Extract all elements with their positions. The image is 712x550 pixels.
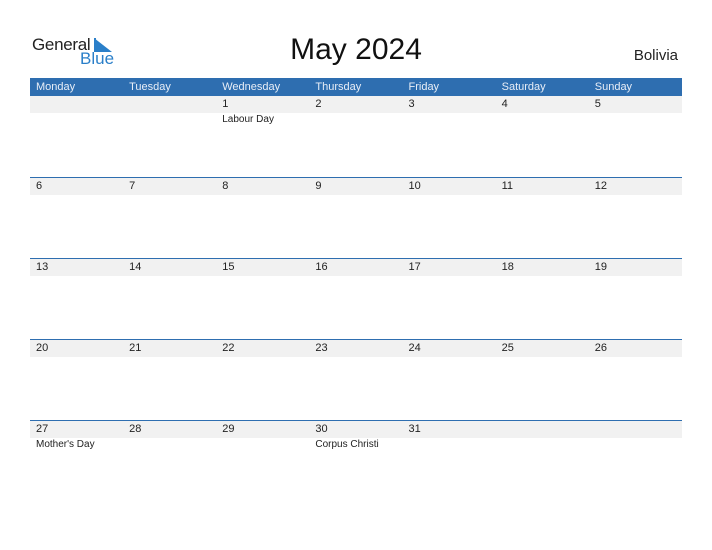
weekday-monday: Monday — [36, 81, 76, 93]
weekday-saturday: Saturday — [501, 81, 546, 93]
day-number: 10 — [408, 180, 421, 192]
weekday-thursday: Thursday — [315, 81, 362, 93]
country-label: Bolivia — [633, 47, 678, 64]
day-number: 9 — [315, 180, 322, 192]
holiday-label — [496, 113, 589, 126]
weekday-friday: Friday — [408, 81, 440, 93]
week-row: 1 2 3 4 5 Labour Day — [30, 96, 682, 177]
week-row: 20 21 22 23 24 25 26 — [30, 339, 682, 420]
day-number: 13 — [36, 261, 49, 273]
day-number — [30, 96, 123, 113]
weekday-wednesday: Wednesday — [222, 81, 281, 93]
day-number: 18 — [501, 261, 514, 273]
holiday-label — [123, 438, 216, 451]
day-number: 12 — [594, 180, 607, 192]
day-number: 11 — [501, 180, 514, 192]
day-number: 19 — [594, 261, 607, 273]
day-number: 16 — [315, 261, 328, 273]
day-number: 24 — [408, 342, 421, 354]
holiday-label — [403, 438, 496, 451]
day-number: 23 — [315, 342, 328, 354]
day-number: 30 — [315, 423, 328, 435]
week-row: 27 28 29 30 31 Mother's Day Corpus Christi — [30, 420, 682, 501]
day-number: 31 — [408, 423, 421, 435]
day-number: 21 — [129, 342, 142, 354]
weekday-header: Monday Tuesday Wednesday Thursday Friday… — [30, 78, 682, 96]
day-number: 6 — [36, 180, 43, 192]
day-number: 8 — [222, 180, 229, 192]
week-row: 6 7 8 9 10 11 12 — [30, 177, 682, 258]
holiday-label — [496, 438, 589, 451]
holiday-label: Labour Day — [222, 114, 274, 125]
day-number: 28 — [129, 423, 142, 435]
holiday-label: Mother's Day — [36, 439, 95, 450]
holiday-label — [30, 113, 123, 126]
holiday-label — [216, 438, 309, 451]
day-number: 17 — [408, 261, 421, 273]
date-band: 20 21 22 23 24 25 26 — [30, 340, 682, 357]
day-number: 20 — [36, 342, 49, 354]
holiday-label — [589, 438, 682, 451]
events-row: Labour Day — [30, 113, 682, 126]
day-number: 25 — [501, 342, 514, 354]
holiday-label — [309, 113, 402, 126]
day-number: 3 — [408, 98, 415, 110]
day-number: 1 — [222, 98, 229, 110]
day-number: 22 — [222, 342, 235, 354]
day-number: 27 — [36, 423, 49, 435]
date-band: 1 2 3 4 5 — [30, 96, 682, 113]
day-number: 15 — [222, 261, 235, 273]
holiday-label — [123, 113, 216, 126]
date-band: 13 14 15 16 17 18 19 — [30, 259, 682, 276]
holiday-label — [403, 113, 496, 126]
page-title: May 2024 — [290, 33, 422, 66]
calendar: Monday Tuesday Wednesday Thursday Friday… — [30, 78, 682, 501]
week-row: 13 14 15 16 17 18 19 — [30, 258, 682, 339]
day-number: 2 — [315, 98, 322, 110]
day-number — [123, 96, 216, 113]
weekday-sunday: Sunday — [594, 81, 633, 93]
date-band: 27 28 29 30 31 — [30, 421, 682, 438]
day-number — [496, 421, 589, 438]
day-number: 29 — [222, 423, 235, 435]
day-number: 5 — [594, 98, 601, 110]
day-number: 4 — [501, 98, 508, 110]
day-number — [589, 421, 682, 438]
weekday-tuesday: Tuesday — [129, 81, 171, 93]
holiday-label — [589, 113, 682, 126]
day-number: 7 — [129, 180, 136, 192]
day-number: 26 — [594, 342, 607, 354]
holiday-label: Corpus Christi — [315, 439, 379, 450]
date-band: 6 7 8 9 10 11 12 — [30, 178, 682, 195]
day-number: 14 — [129, 261, 142, 273]
events-row: Mother's Day Corpus Christi — [30, 438, 682, 451]
weeks-container: 1 2 3 4 5 Labour Day 6 7 8 9 10 11 12 13 14 15 16 17 18 19 2… — [30, 96, 682, 501]
